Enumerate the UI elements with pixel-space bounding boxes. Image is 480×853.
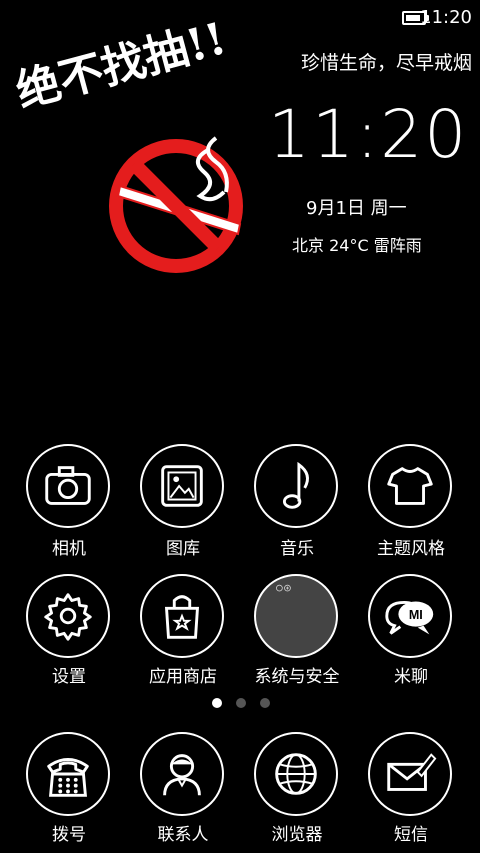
music-note-icon [282, 461, 309, 509]
theme-app-button[interactable] [368, 444, 452, 528]
app-label-music: 音乐 [280, 539, 314, 559]
camera-icon [45, 466, 91, 505]
gear-icon [44, 593, 92, 641]
system-security-folder[interactable] [254, 574, 338, 658]
clock-widget[interactable]: 11:20 [268, 96, 468, 173]
globe-icon [275, 753, 317, 795]
page-dot[interactable] [212, 698, 222, 708]
app-store-button[interactable] [140, 574, 224, 658]
page-dot[interactable] [236, 698, 246, 708]
shopping-bag-icon [164, 595, 200, 639]
dialer-button[interactable] [26, 732, 110, 816]
dock-label-dialer: 拨号 [52, 825, 86, 845]
message-icon [387, 753, 437, 791]
app-label-theme: 主题风格 [377, 539, 445, 559]
mi-chat-icon: MI [385, 601, 434, 635]
dock-label-messages: 短信 [394, 825, 428, 845]
contacts-button[interactable] [140, 732, 224, 816]
status-bar: 11:20 [0, 0, 480, 36]
gallery-icon [161, 465, 203, 507]
app-label-mi-chat: 米聊 [394, 667, 428, 687]
app-label-system: 系统与安全 [254, 667, 340, 687]
page-indicator [212, 698, 270, 708]
weather-text[interactable]: 北京 24°C 雷阵雨 [292, 232, 422, 256]
app-label-camera: 相机 [52, 539, 86, 559]
browser-button[interactable] [254, 732, 338, 816]
slogan-text: 珍惜生命，尽早戒烟 [300, 52, 472, 74]
app-label-settings: 设置 [52, 667, 86, 687]
app-label-store: 应用商店 [149, 667, 217, 687]
dock-label-browser: 浏览器 [271, 825, 323, 845]
camera-app-button[interactable] [26, 444, 110, 528]
status-time: 11:20 [420, 7, 472, 28]
tshirt-icon [387, 467, 433, 505]
no-smoking-icon [109, 136, 243, 273]
settings-app-button[interactable] [26, 574, 110, 658]
dock-label-contacts: 联系人 [157, 825, 209, 845]
music-app-button[interactable] [254, 444, 338, 528]
messages-button[interactable] [368, 732, 452, 816]
contacts-icon [163, 754, 201, 796]
folder-icon [276, 584, 291, 592]
phone-icon [47, 758, 89, 797]
svg-text:MI: MI [409, 608, 423, 622]
mi-chat-app-button[interactable]: MI [368, 574, 452, 658]
page-dot[interactable] [260, 698, 270, 708]
app-label-gallery: 图库 [166, 539, 200, 559]
gallery-app-button[interactable] [140, 444, 224, 528]
date-text: 9月1日 周一 [306, 198, 407, 219]
